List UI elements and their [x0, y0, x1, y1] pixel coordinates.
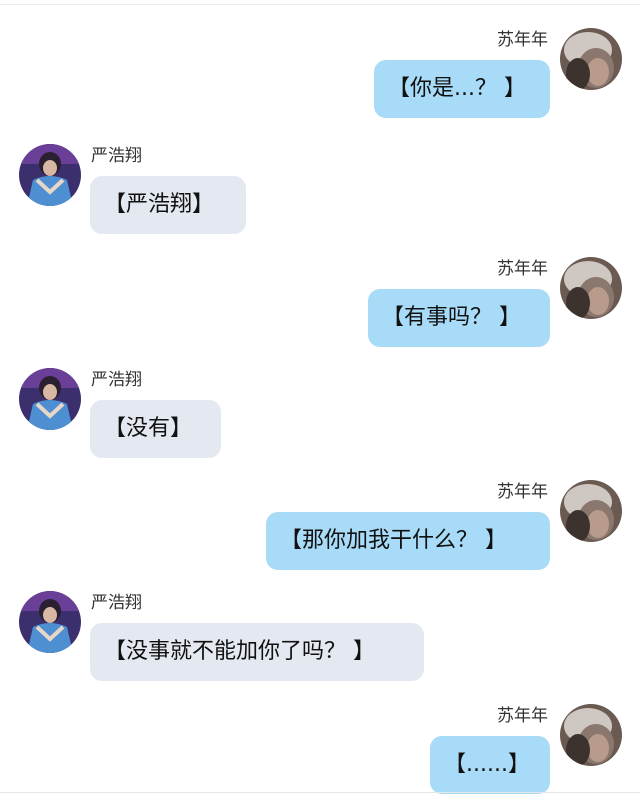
chat-message: 严浩翔 【没有】	[0, 368, 640, 460]
sender-name: 苏年年	[497, 706, 548, 726]
avatar[interactable]	[560, 28, 622, 90]
avatar[interactable]	[560, 257, 622, 319]
message-bubble[interactable]: 【你是...？ 】	[374, 60, 550, 118]
bottom-divider	[0, 792, 640, 793]
sender-name: 严浩翔	[91, 146, 142, 166]
avatar[interactable]	[560, 704, 622, 766]
message-bubble[interactable]: 【有事吗？ 】	[368, 289, 550, 347]
chat-message: 严浩翔 【没事就不能加你了吗？ 】	[0, 591, 640, 683]
sender-name: 苏年年	[497, 30, 548, 50]
message-bubble[interactable]: 【没有】	[90, 400, 221, 458]
top-divider	[0, 4, 640, 5]
message-bubble[interactable]: 【没事就不能加你了吗？ 】	[90, 623, 424, 681]
chat-message: 严浩翔 【严浩翔】	[0, 144, 640, 236]
sender-name: 苏年年	[497, 259, 548, 279]
avatar[interactable]	[19, 368, 81, 430]
sender-name: 苏年年	[497, 482, 548, 502]
message-bubble[interactable]: 【那你加我干什么？ 】	[266, 512, 550, 570]
message-bubble[interactable]: 【......】	[430, 736, 550, 794]
chat-message: 苏年年 【有事吗？ 】	[0, 257, 640, 349]
chat-message: 苏年年 【那你加我干什么？ 】	[0, 480, 640, 572]
avatar[interactable]	[560, 480, 622, 542]
message-bubble[interactable]: 【严浩翔】	[90, 176, 246, 234]
avatar[interactable]	[19, 144, 81, 206]
chat-message: 苏年年 【你是...？ 】	[0, 28, 640, 122]
sender-name: 严浩翔	[91, 370, 142, 390]
chat-message: 苏年年 【......】	[0, 704, 640, 795]
avatar[interactable]	[19, 591, 81, 653]
sender-name: 严浩翔	[91, 593, 142, 613]
